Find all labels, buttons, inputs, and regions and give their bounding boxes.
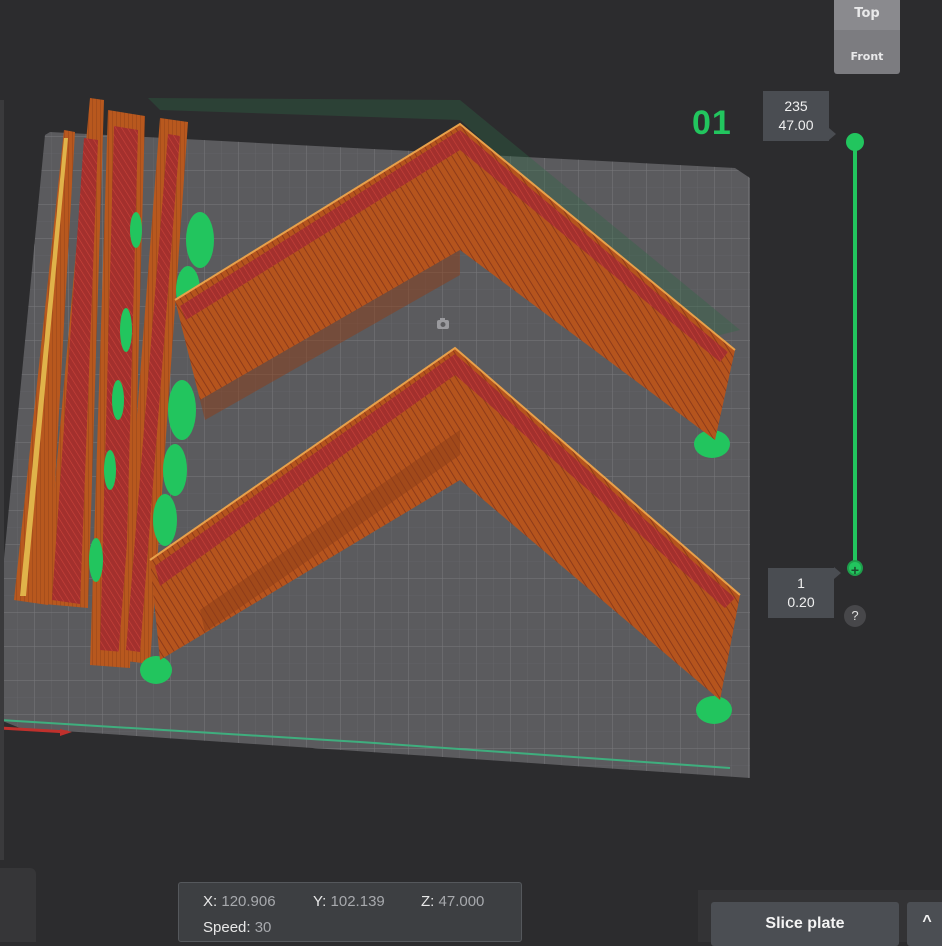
upper-layer-readout: 235 47.00 — [763, 91, 836, 141]
help-button[interactable]: ? — [844, 605, 866, 627]
lower-readout-pointer — [834, 567, 841, 579]
y-coordinate: Y: 102.139 — [313, 893, 385, 910]
x-coordinate: X: 120.906 — [203, 893, 276, 910]
view-cube-front-label: Front — [850, 50, 884, 63]
z-coordinate: Z: 47.000 — [421, 893, 484, 910]
layer-slider-track[interactable] — [853, 142, 857, 569]
position-readout-panel: X: 120.906 Y: 102.139 Z: 47.000 Speed: 3… — [178, 882, 522, 942]
plate-number: 01 — [692, 104, 732, 142]
lower-layer-readout: 1 0.20 — [768, 567, 841, 618]
lower-layer-number: 1 — [797, 575, 805, 591]
x-value: 120.906 — [221, 893, 276, 910]
upper-layer-height: 47.00 — [778, 117, 814, 133]
speed-readout: Speed: 30 — [203, 919, 271, 936]
left-panel-edge — [0, 100, 4, 860]
upper-readout-pointer — [829, 128, 836, 140]
layer-slider-upper-handle[interactable] — [846, 133, 864, 151]
z-label: Z: — [421, 893, 435, 910]
view-cube[interactable]: Top Front — [834, 0, 900, 74]
expand-menu-button[interactable]: ^ — [907, 902, 942, 946]
z-value: 47.000 — [438, 893, 485, 910]
speed-label: Speed: — [203, 919, 251, 936]
y-value: 102.139 — [330, 893, 385, 910]
layer-slider-lower-handle[interactable]: + — [847, 560, 863, 578]
upper-layer-number: 235 — [784, 98, 808, 114]
slice-plate-button[interactable]: Slice plate — [711, 902, 899, 946]
left-panel-corner[interactable] — [0, 868, 36, 942]
y-label: Y: — [313, 893, 327, 910]
view-cube-top-label: Top — [854, 6, 880, 21]
print-preview-canvas[interactable] — [0, 0, 942, 942]
3d-viewport[interactable] — [0, 0, 942, 942]
lower-layer-height: 0.20 — [787, 594, 815, 610]
speed-value: 30 — [254, 919, 272, 936]
x-label: X: — [203, 893, 218, 910]
